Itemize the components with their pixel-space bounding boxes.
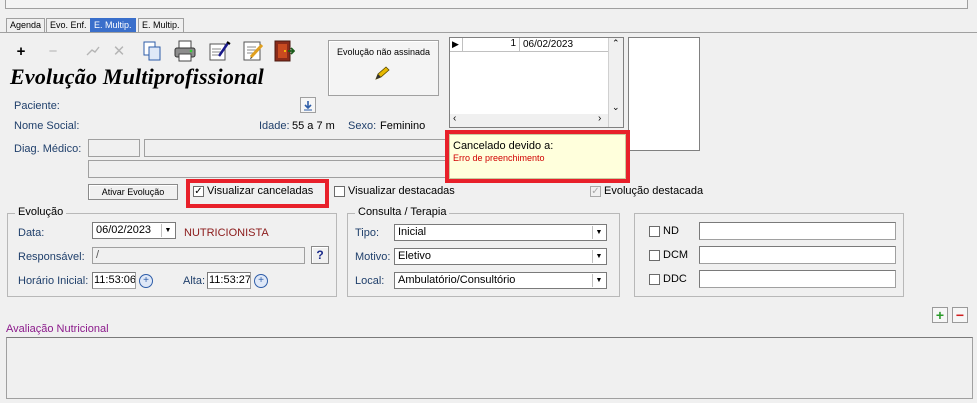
copy-icon[interactable]: [139, 37, 165, 64]
horario-inicial-field[interactable]: 11:53:06: [92, 272, 136, 289]
clock-icon[interactable]: +: [254, 274, 268, 288]
help-button[interactable]: ?: [311, 246, 329, 264]
chevron-down-icon[interactable]: ▼: [592, 274, 605, 287]
row-indicator-icon: ▶: [452, 39, 459, 49]
scroll-left-icon[interactable]: ‹: [453, 113, 456, 124]
scroll-up-icon[interactable]: ⌃: [612, 38, 620, 49]
grid-horizontal-scrollbar[interactable]: ‹ ›: [450, 113, 608, 127]
dcm-checkbox[interactable]: [649, 250, 660, 261]
sexo-value: Feminino: [380, 120, 426, 132]
evolucao-destacada-label: Evolução destacada: [604, 185, 704, 197]
add-icon[interactable]: +: [10, 38, 32, 64]
scroll-right-icon[interactable]: ›: [598, 113, 601, 124]
grid-cell-number: 1: [462, 38, 520, 52]
local-select[interactable]: Ambulatório/Consultório ▼: [394, 272, 607, 289]
page-title: Evolução Multiprofissional: [10, 64, 264, 89]
tab-divider: [0, 32, 977, 33]
remove-icon[interactable]: −: [42, 38, 64, 64]
evolutions-grid[interactable]: ▶ 1 06/02/2023 ⌃ ⌄ ‹ ›: [449, 37, 624, 128]
data-picker[interactable]: 06/02/2023 ▼: [92, 222, 176, 239]
scroll-down-icon[interactable]: ⌄: [612, 102, 620, 113]
edit-icon[interactable]: [82, 38, 104, 64]
data-dropdown-icon[interactable]: ▼: [161, 224, 174, 237]
alta-field[interactable]: 11:53:27: [207, 272, 251, 289]
profissao-label: NUTRICIONISTA: [184, 227, 269, 239]
responsavel-field[interactable]: /: [92, 247, 305, 264]
dcm-label: DCM: [663, 249, 689, 261]
remove-item-icon[interactable]: −: [952, 307, 968, 323]
grid-row[interactable]: ▶ 1 06/02/2023: [450, 38, 608, 52]
grid-vertical-scrollbar[interactable]: ⌃ ⌄: [608, 38, 623, 127]
print-icon[interactable]: [172, 37, 198, 64]
ddc-label: DDC: [663, 273, 687, 285]
chevron-down-icon[interactable]: ▼: [592, 250, 605, 263]
local-label: Local:: [355, 275, 385, 287]
diag-description-field[interactable]: [144, 139, 448, 157]
nome-social-label: Nome Social:: [14, 120, 80, 132]
nd-label: ND: [663, 225, 679, 237]
idade-label: Idade:: [259, 120, 290, 132]
add-item-icon[interactable]: +: [932, 307, 948, 323]
sign-icon[interactable]: [206, 37, 232, 64]
paciente-label: Paciente:: [14, 100, 60, 112]
diag-medico-label: Diag. Médico:: [14, 143, 82, 155]
tipo-value: Inicial: [398, 226, 427, 238]
exit-door-icon[interactable]: [270, 37, 296, 64]
top-panel: [5, 0, 968, 9]
visualizar-canceladas-highlight: [186, 179, 329, 208]
visualizar-destacadas-label: Visualizar destacadas: [348, 185, 455, 197]
nd-field[interactable]: [699, 222, 896, 240]
tab-evo-enf[interactable]: Evo. Enf.: [46, 18, 91, 32]
tab-agenda[interactable]: Agenda: [6, 18, 46, 32]
clock-icon[interactable]: +: [139, 274, 153, 288]
alta-label: Alta:: [183, 275, 206, 287]
tab-e-multip-active[interactable]: E. Multip.: [90, 18, 136, 32]
visualizar-destacadas-checkbox[interactable]: [334, 186, 345, 197]
ddc-field[interactable]: [699, 270, 896, 288]
ativar-evolucao-button[interactable]: Ativar Evolução: [88, 184, 178, 200]
avaliacao-nutricional-title: Avaliação Nutricional: [6, 323, 109, 335]
motivo-select[interactable]: Eletivo ▼: [394, 248, 607, 265]
horario-inicial-label: Horário Inicial:: [18, 275, 89, 287]
tipo-select[interactable]: Inicial ▼: [394, 224, 607, 241]
chevron-down-icon[interactable]: ▼: [592, 226, 605, 239]
signature-status-label: Evolução não assinada: [336, 47, 431, 57]
sexo-label: Sexo:: [348, 120, 377, 132]
avaliacao-nutricional-memo[interactable]: [6, 337, 973, 399]
responsavel-label: Responsável:: [18, 251, 85, 263]
motivo-value: Eletivo: [398, 250, 432, 262]
tipo-label: Tipo:: [355, 227, 380, 239]
data-value: 06/02/2023: [96, 224, 152, 236]
grid-cell-date: 06/02/2023: [523, 39, 574, 50]
local-value: Ambulatório/Consultório: [398, 274, 516, 286]
cancellation-highlight: [445, 130, 630, 183]
notes-icon[interactable]: [240, 37, 266, 64]
ddc-checkbox[interactable]: [649, 274, 660, 285]
data-label: Data:: [18, 227, 45, 239]
cancel-icon[interactable]: ✕: [108, 38, 130, 64]
evolucao-destacada-checkbox[interactable]: ✓: [590, 186, 601, 197]
signature-status-box[interactable]: Evolução não assinada: [328, 40, 439, 96]
patient-search-icon[interactable]: [300, 97, 316, 113]
diag-code-field[interactable]: [88, 139, 140, 157]
motivo-label: Motivo:: [355, 251, 391, 263]
pen-icon: [374, 65, 392, 84]
preview-panel: [628, 37, 700, 151]
dcm-field[interactable]: [699, 246, 896, 264]
consulta-terapia-title: Consulta / Terapia: [355, 206, 450, 218]
idade-value: 55 a 7 m: [292, 120, 335, 132]
nd-checkbox[interactable]: [649, 226, 660, 237]
evolucao-group-title: Evolução: [15, 206, 67, 218]
tab-e-multip[interactable]: E. Multip.: [138, 18, 184, 32]
